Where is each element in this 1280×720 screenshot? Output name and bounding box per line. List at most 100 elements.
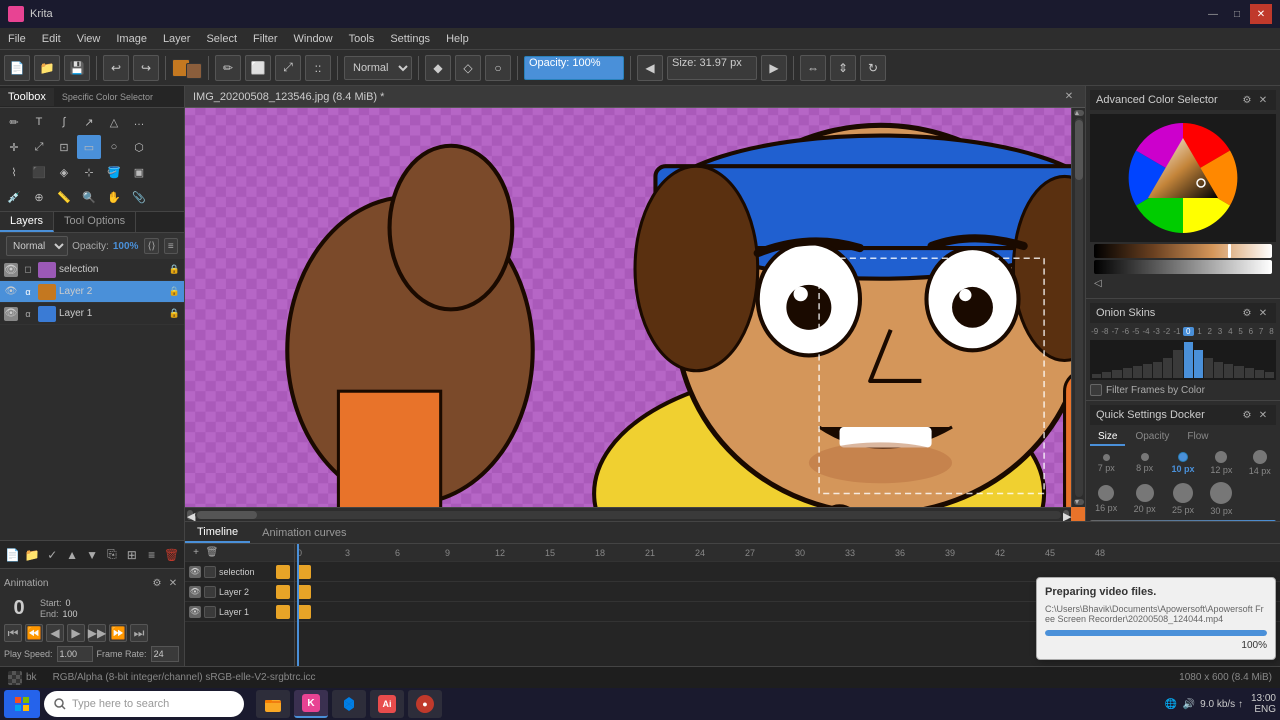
- maximize-button[interactable]: □: [1226, 4, 1248, 24]
- prev-frame-btn[interactable]: ◀: [46, 624, 64, 642]
- new-file-button[interactable]: 📄: [4, 55, 30, 81]
- color-bar-selector[interactable]: [1228, 244, 1231, 258]
- menu-edit[interactable]: Edit: [34, 31, 69, 47]
- v-scroll-thumb[interactable]: [1075, 120, 1083, 180]
- color-wheel-container[interactable]: [1090, 114, 1276, 242]
- layer-duplicate-btn[interactable]: ⎘: [103, 545, 120, 565]
- menu-file[interactable]: File: [0, 31, 34, 47]
- qs-tab-opacity[interactable]: Opacity: [1127, 429, 1177, 446]
- layer-delete-btn[interactable]: 🗑: [163, 545, 180, 565]
- anim-close-btn[interactable]: ✕: [166, 576, 180, 590]
- erase-toggle[interactable]: ◆: [425, 55, 451, 81]
- layer-options-btn[interactable]: ≡: [164, 238, 178, 254]
- brush-color-bg[interactable]: [186, 63, 202, 79]
- v-scroll-down-btn[interactable]: ▼: [1074, 499, 1084, 505]
- tab-timeline[interactable]: Timeline: [185, 523, 250, 543]
- color-arrow-btn[interactable]: ◁: [1094, 278, 1108, 292]
- dot-25px[interactable]: [1173, 483, 1193, 503]
- tool-grid[interactable]: ::: [305, 55, 331, 81]
- tool-more[interactable]: …: [127, 110, 151, 134]
- size-decrement[interactable]: ◀: [637, 55, 663, 81]
- layer-add-btn[interactable]: 📄: [4, 545, 21, 565]
- tl-vis-1[interactable]: 👁: [189, 606, 201, 618]
- tool-transform[interactable]: ⤢: [275, 55, 301, 81]
- layer-row-1[interactable]: 👁 α Layer 1 🔒: [0, 303, 184, 325]
- size-10px[interactable]: 10 px: [1167, 452, 1199, 474]
- tool-measure[interactable]: 📏: [52, 185, 76, 209]
- mirror-v-button[interactable]: ⇕: [830, 55, 856, 81]
- size-25px[interactable]: 25 px: [1167, 483, 1199, 515]
- taskbar-app5[interactable]: ●: [408, 690, 442, 718]
- anim-settings-btn[interactable]: ⚙: [150, 576, 164, 590]
- dot-30px[interactable]: [1210, 482, 1232, 504]
- layer-row-selection[interactable]: 👁 ◻ selection 🔒: [0, 259, 184, 281]
- tool-crop[interactable]: ⊡: [52, 135, 76, 159]
- layer-lock-2[interactable]: 🔒: [169, 286, 180, 297]
- v-scroll-up-btn[interactable]: ▲: [1074, 110, 1084, 116]
- tl-keyframe-indicator-selection[interactable]: [276, 565, 290, 579]
- layer-flatten-btn[interactable]: ≡: [143, 545, 160, 565]
- size-control[interactable]: Size: 31.97 px: [667, 56, 757, 80]
- layer-add-group-btn[interactable]: 📁: [24, 545, 41, 565]
- blend-mode-select[interactable]: Normal Multiply Screen: [344, 56, 412, 80]
- timeline-delete-btn[interactable]: 🗑: [205, 546, 219, 560]
- smudge-toggle[interactable]: ◇: [455, 55, 481, 81]
- tab-tool-options[interactable]: Tool Options: [54, 212, 136, 232]
- v-scrollbar[interactable]: ▲ ▼: [1071, 108, 1085, 507]
- size-8px[interactable]: 8 px: [1128, 453, 1160, 473]
- tl-keyframe-sel-0[interactable]: [297, 565, 311, 579]
- tl-vis-2[interactable]: 👁: [189, 586, 201, 598]
- size-30px[interactable]: 30 px: [1205, 482, 1237, 516]
- tool-freehand[interactable]: ✏: [215, 55, 241, 81]
- dot-14px[interactable]: [1253, 450, 1267, 464]
- frame-rate-input[interactable]: [151, 646, 179, 662]
- tool-arrow[interactable]: ↗: [77, 110, 101, 134]
- tool-pan[interactable]: ✋: [102, 185, 126, 209]
- layer-lock-selection[interactable]: 🔒: [169, 264, 180, 275]
- tool-ref[interactable]: 📎: [127, 185, 151, 209]
- layer-up-btn[interactable]: ▲: [64, 545, 81, 565]
- step-forward-btn[interactable]: ⏩: [109, 624, 127, 642]
- qs-tab-size[interactable]: Size: [1090, 429, 1125, 446]
- layer-vis-2[interactable]: 👁: [4, 285, 18, 299]
- h-scroll-left-btn[interactable]: ◀: [187, 510, 193, 520]
- size-14px[interactable]: 14 px: [1244, 450, 1276, 476]
- tool-shape[interactable]: △: [102, 110, 126, 134]
- qs-tab-flow[interactable]: Flow: [1179, 429, 1216, 446]
- size-7px[interactable]: 7 px: [1090, 454, 1122, 473]
- tl-keyframe-l1-0[interactable]: [297, 605, 311, 619]
- menu-image[interactable]: Image: [108, 31, 155, 47]
- tl-vis-selection[interactable]: 👁: [189, 566, 201, 578]
- menu-help[interactable]: Help: [438, 31, 477, 47]
- layer-alpha-1[interactable]: α: [21, 307, 35, 321]
- tool-select-poly[interactable]: ⬡: [127, 135, 151, 159]
- tool-select-lasso[interactable]: ⌇: [2, 160, 26, 184]
- size-16px[interactable]: 16 px: [1090, 485, 1122, 513]
- tl-onion-selection[interactable]: [204, 566, 216, 578]
- color-value-bar[interactable]: [1094, 260, 1272, 274]
- layer-row-2[interactable]: 👁 α Layer 2 🔒: [0, 281, 184, 303]
- tool-select-contig[interactable]: ⬛: [27, 160, 51, 184]
- taskbar-dropbox[interactable]: [332, 690, 366, 718]
- close-button[interactable]: ✕: [1250, 4, 1272, 24]
- menu-select[interactable]: Select: [198, 31, 245, 47]
- tl-onion-2[interactable]: [204, 586, 216, 598]
- dot-7px[interactable]: [1103, 454, 1110, 461]
- mirror-h-button[interactable]: ⇔: [800, 55, 826, 81]
- tool-fill[interactable]: 🪣: [102, 160, 126, 184]
- tl-keyframe-l2-0[interactable]: [297, 585, 311, 599]
- h-scrollbar[interactable]: ◀ ▶: [185, 507, 1071, 521]
- taskbar-search-box[interactable]: Type here to search: [44, 691, 244, 717]
- opacity-control[interactable]: Opacity: 100%: [524, 56, 624, 80]
- layer-style-btn[interactable]: ✓: [44, 545, 61, 565]
- tool-selection-rect[interactable]: ⬜: [245, 55, 271, 81]
- tool-gradient[interactable]: ▣: [127, 160, 151, 184]
- taskbar-krita[interactable]: K: [294, 690, 328, 718]
- menu-filter[interactable]: Filter: [245, 31, 285, 47]
- size-increment[interactable]: ▶: [761, 55, 787, 81]
- onion-settings-btn[interactable]: ⚙: [1240, 306, 1254, 320]
- taskbar-file-explorer[interactable]: [256, 690, 290, 718]
- play-btn[interactable]: ▶: [67, 624, 85, 642]
- tool-eyedropper[interactable]: 💉: [2, 185, 26, 209]
- tool-select-ellipse[interactable]: ○: [102, 135, 126, 159]
